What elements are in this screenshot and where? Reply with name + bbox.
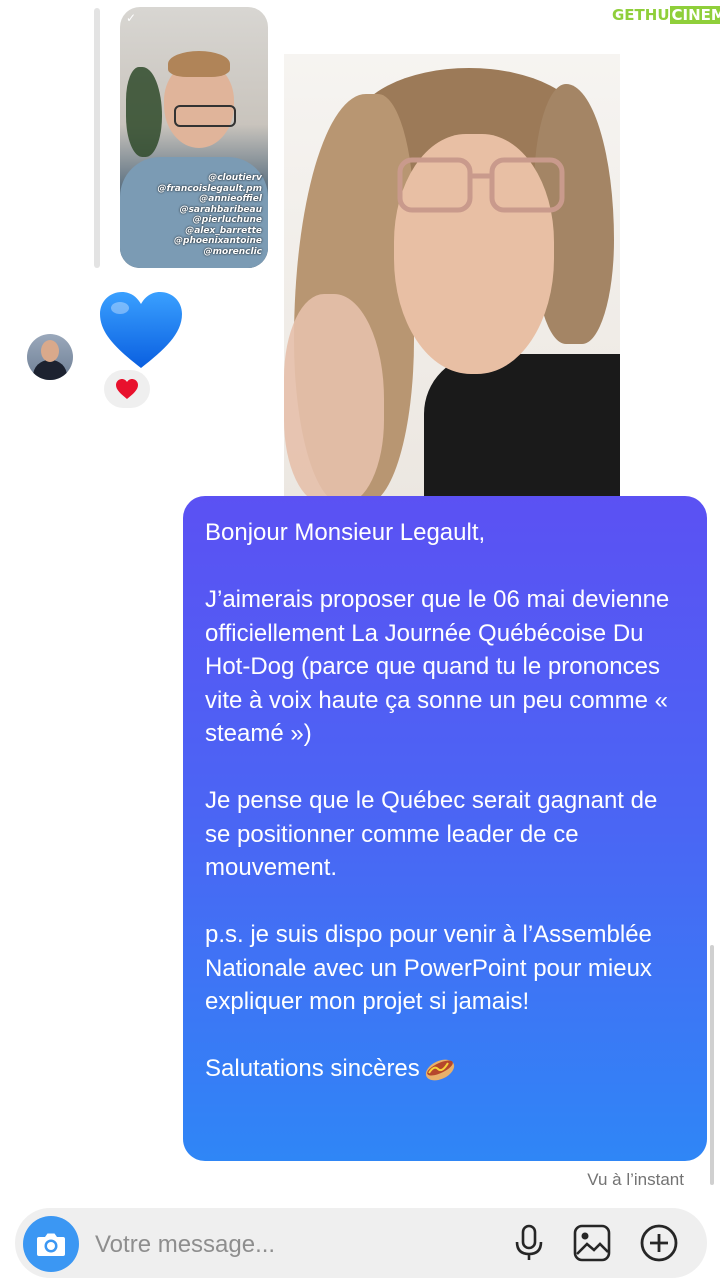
seen-status: Vu à l’instant [587,1170,684,1189]
avatar-face [41,340,59,362]
watermark-part2: CINEMA [669,6,720,24]
hand-shape [284,294,384,498]
closing-text: Salutations sincères [205,1055,420,1082]
message-paragraph: p.s. je suis dispo pour venir à l’Assemb… [205,921,652,1015]
camera-button[interactable] [23,1216,79,1272]
message-paragraph: Bonjour Monsieur Legault, [205,519,486,546]
outgoing-message-bubble[interactable]: Bonjour Monsieur Legault, J’aimerais pro… [183,496,707,1161]
gallery-button[interactable] [572,1223,612,1263]
avatar-suit [33,360,67,380]
image-icon [573,1224,611,1262]
story-reply-bar [94,8,100,268]
mention: @cloutierv [208,173,262,183]
mention: @pierluchune [192,215,262,225]
story-thumbnail[interactable]: ✓ @cloutierv @francoislegault.pm @annieo… [120,7,268,268]
scroll-indicator[interactable] [710,945,714,1185]
watermark-logo: GETHUCINEMA [612,3,720,27]
mention: @morenclic [203,246,262,257]
mention: @sarahbaribeau [179,204,262,215]
video-overlay [284,54,620,498]
red-heart-icon [116,379,138,399]
mention: @alex_barrette [185,225,262,236]
mention: @annieoffiel [199,194,262,204]
story-mentions: @cloutierv @francoislegault.pm @annieoff… [157,173,262,257]
message-paragraph: Je pense que le Québec serait gagnant de… [205,787,658,881]
microphone-icon [515,1224,543,1260]
blue-heart-emoji[interactable] [98,290,184,370]
plus-circle-icon [640,1224,678,1262]
message-input[interactable] [93,1222,477,1268]
reaction-badge[interactable] [104,370,150,408]
message-composer [15,1208,707,1278]
voice-button[interactable] [509,1223,549,1263]
watermark-part1: GETHU [612,6,670,24]
check-icon: ✓ [126,11,137,25]
glasses-shape [397,157,565,213]
sender-avatar[interactable] [27,334,73,380]
hair-shape [168,51,230,77]
mention: @francoislegault.pm [157,183,262,194]
hotdog-icon [425,1059,454,1081]
message-paragraph: J’aimerais proposer que le 06 mai devien… [205,586,670,747]
glasses-shape [174,105,236,127]
more-button[interactable] [639,1223,679,1263]
mention: @phoenixantoine [174,236,262,246]
message-closing: Salutations sincères [205,1052,685,1086]
camera-icon [37,1233,65,1256]
shirt-shape [424,354,620,498]
plant-shape [126,67,162,157]
